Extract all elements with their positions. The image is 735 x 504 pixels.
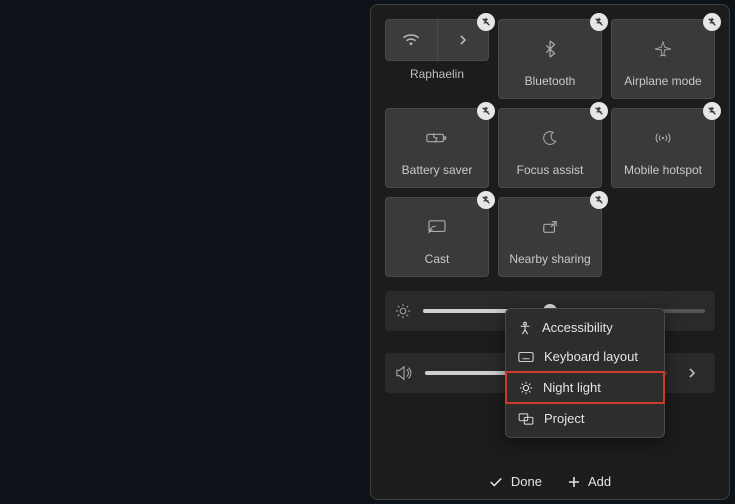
plus-icon	[568, 476, 580, 488]
menu-item-keyboard-layout[interactable]: Keyboard layout	[506, 342, 664, 371]
share-icon	[541, 219, 559, 235]
unpin-icon	[594, 106, 604, 116]
tile-label: Cast	[425, 252, 450, 266]
unpin-button[interactable]	[590, 102, 608, 120]
tile-label: Airplane mode	[624, 74, 701, 88]
tile-bluetooth[interactable]: Bluetooth	[498, 19, 602, 99]
night-light-icon	[519, 381, 533, 395]
tile-airplane[interactable]: Airplane mode	[611, 19, 715, 99]
tile-cast[interactable]: Cast	[385, 197, 489, 277]
tile-wifi: Raphaelin	[385, 19, 489, 99]
volume-icon	[395, 365, 413, 381]
tile-label: Mobile hotspot	[624, 163, 702, 177]
menu-item-project[interactable]: Project	[506, 404, 664, 433]
tile-label: Nearby sharing	[509, 252, 590, 266]
tile-label: Battery saver	[402, 163, 473, 177]
project-icon	[518, 413, 534, 425]
moon-icon	[542, 130, 558, 146]
add-menu: Accessibility Keyboard layout Night ligh…	[505, 308, 665, 438]
check-icon	[489, 476, 503, 488]
brightness-icon	[395, 303, 411, 319]
menu-item-accessibility[interactable]: Accessibility	[506, 313, 664, 342]
menu-label: Night light	[543, 380, 601, 395]
panel-footer: Done Add	[371, 474, 729, 489]
unpin-icon	[481, 106, 491, 116]
menu-label: Accessibility	[542, 320, 613, 335]
volume-output-button[interactable]	[679, 360, 705, 386]
bluetooth-icon	[544, 40, 556, 58]
tile-battery-saver[interactable]: Battery saver	[385, 108, 489, 188]
tile-focus-assist[interactable]: Focus assist	[498, 108, 602, 188]
unpin-icon	[594, 17, 604, 27]
menu-label: Project	[544, 411, 584, 426]
tile-mobile-hotspot[interactable]: Mobile hotspot	[611, 108, 715, 188]
battery-saver-icon	[426, 131, 448, 145]
hotspot-icon	[654, 130, 672, 146]
add-label: Add	[588, 474, 611, 489]
accessibility-icon	[518, 321, 532, 335]
wifi-toggle[interactable]	[386, 20, 438, 60]
chevron-right-icon	[458, 35, 468, 45]
unpin-button[interactable]	[477, 13, 495, 31]
unpin-icon	[707, 106, 717, 116]
wifi-icon	[402, 33, 420, 47]
tile-grid: Raphaelin Bluetooth	[385, 19, 715, 277]
tile-nearby-sharing[interactable]: Nearby sharing	[498, 197, 602, 277]
unpin-button[interactable]	[590, 13, 608, 31]
tile-label: Focus assist	[517, 163, 584, 177]
tile-label: Raphaelin	[410, 67, 464, 81]
unpin-button[interactable]	[477, 102, 495, 120]
keyboard-icon	[518, 351, 534, 363]
menu-item-night-light[interactable]: Night light	[505, 371, 665, 404]
cast-icon	[427, 219, 447, 235]
unpin-button[interactable]	[477, 191, 495, 209]
unpin-icon	[481, 17, 491, 27]
airplane-icon	[654, 41, 672, 57]
tile-wifi-top	[385, 19, 489, 61]
unpin-button[interactable]	[703, 102, 721, 120]
tile-label: Bluetooth	[525, 74, 576, 88]
unpin-icon	[594, 195, 604, 205]
unpin-button[interactable]	[590, 191, 608, 209]
unpin-icon	[481, 195, 491, 205]
unpin-icon	[707, 17, 717, 27]
unpin-button[interactable]	[703, 13, 721, 31]
done-button[interactable]: Done	[489, 474, 542, 489]
chevron-right-icon	[687, 368, 697, 378]
add-button[interactable]: Add	[568, 474, 611, 489]
menu-label: Keyboard layout	[544, 349, 638, 364]
done-label: Done	[511, 474, 542, 489]
